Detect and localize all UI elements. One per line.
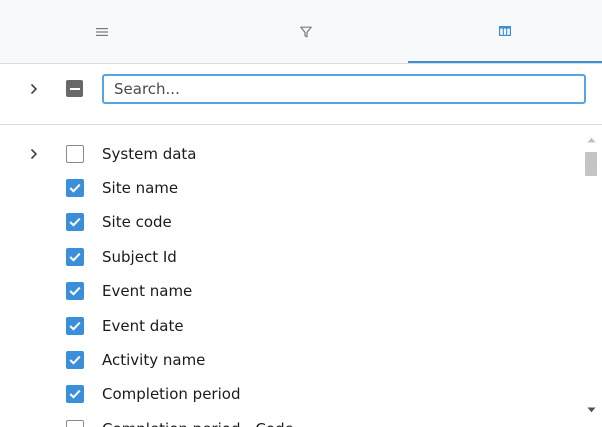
check-icon xyxy=(69,355,81,365)
tab-filter[interactable] xyxy=(204,0,408,63)
list-item[interactable]: Subject Id xyxy=(0,240,580,274)
chevron-right-icon xyxy=(30,148,38,160)
chevron-right-icon xyxy=(30,83,38,95)
column-checkbox[interactable] xyxy=(66,385,84,403)
tab-columns[interactable] xyxy=(408,0,602,63)
list-item[interactable]: Event name xyxy=(0,274,580,308)
column-label: System data xyxy=(102,145,197,163)
group-expander[interactable] xyxy=(26,146,42,162)
caret-up-icon xyxy=(587,137,595,143)
column-label: Completion period - Code xyxy=(102,419,294,427)
scroll-down-button[interactable] xyxy=(586,405,596,415)
check-icon xyxy=(69,321,81,331)
check-icon xyxy=(69,389,81,399)
column-label: Activity name xyxy=(102,351,206,369)
caret-down-icon xyxy=(587,407,595,413)
column-label: Subject Id xyxy=(102,248,177,266)
scroll-thumb[interactable] xyxy=(585,152,597,176)
scroll-up-button[interactable] xyxy=(586,135,596,145)
column-label: Event date xyxy=(102,317,184,335)
column-checkbox[interactable] xyxy=(66,213,84,231)
select-all-checkbox[interactable] xyxy=(66,80,83,97)
column-checkbox[interactable] xyxy=(66,282,84,300)
column-list: System data Site name Site code Subject … xyxy=(0,125,580,427)
list-item[interactable]: Site code xyxy=(0,205,580,239)
column-checkbox[interactable] xyxy=(66,248,84,266)
column-label: Event name xyxy=(102,282,193,300)
list-item[interactable]: Completion period - Code xyxy=(0,412,580,427)
filter-icon xyxy=(300,26,312,37)
column-checkbox[interactable] xyxy=(66,351,84,369)
column-label: Site code xyxy=(102,213,172,231)
column-checkbox[interactable] xyxy=(66,317,84,335)
column-checkbox[interactable] xyxy=(66,179,84,197)
column-label: Site name xyxy=(102,179,179,197)
check-icon xyxy=(69,286,81,296)
column-search-row xyxy=(0,64,602,125)
expand-all-toggle[interactable] xyxy=(26,81,42,97)
menu-icon xyxy=(96,27,108,36)
list-item[interactable]: Activity name xyxy=(0,343,580,377)
column-search-input[interactable] xyxy=(102,74,586,104)
vertical-scrollbar[interactable] xyxy=(580,125,602,427)
indeterminate-mark-icon xyxy=(69,87,80,90)
column-chooser-panel: System data Site name Site code xyxy=(0,0,602,427)
column-label: Completion period xyxy=(102,385,241,403)
list-item[interactable]: Completion period xyxy=(0,377,580,411)
check-icon xyxy=(69,252,81,262)
list-item[interactable]: Site name xyxy=(0,171,580,205)
check-icon xyxy=(69,217,81,227)
tab-general-menu[interactable] xyxy=(0,0,204,63)
list-item[interactable]: Event date xyxy=(0,309,580,343)
column-checkbox[interactable] xyxy=(66,420,84,427)
list-item[interactable]: System data xyxy=(0,137,580,171)
tool-panel-tabs xyxy=(0,0,602,64)
column-checkbox[interactable] xyxy=(66,145,84,163)
check-icon xyxy=(69,183,81,193)
columns-icon xyxy=(499,25,511,36)
